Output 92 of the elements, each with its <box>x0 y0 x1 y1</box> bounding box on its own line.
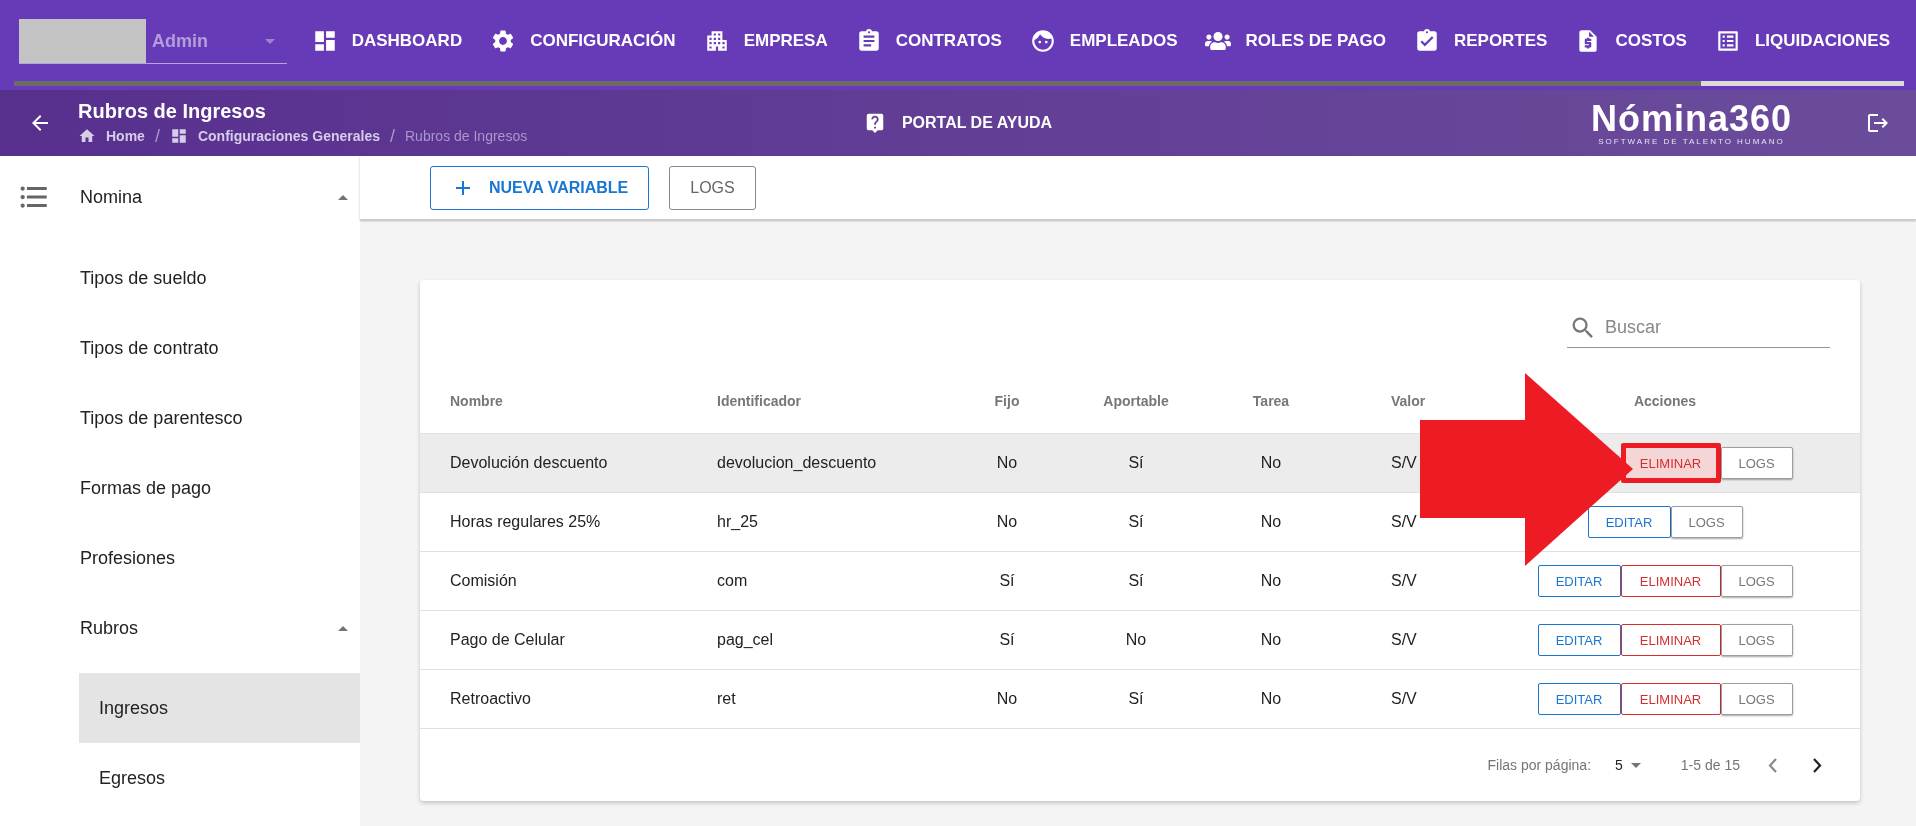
column-header: Valor <box>1390 393 1427 409</box>
column-header: Identificador <box>717 393 802 409</box>
table-cell-text: Devolución descuento <box>450 454 609 472</box>
nav-icon <box>1029 27 1056 54</box>
table-cell-text: pag_cel <box>717 631 775 649</box>
sidebar-item[interactable]: Egresos <box>79 743 360 813</box>
delete-button[interactable]: ELIMINAR <box>1620 624 1721 656</box>
column-header: Tarea <box>1251 393 1291 409</box>
table-cell-text: Horas regulares 25% <box>450 513 602 531</box>
breadcrumb-link[interactable]: Home <box>106 128 145 144</box>
search-field[interactable]: Buscar <box>1603 316 1803 339</box>
logs-button[interactable]: LOGS <box>1670 506 1743 538</box>
caret-icon <box>338 625 348 631</box>
nav-tab[interactable]: CONTRATOS <box>841 0 1016 86</box>
table-cell-text: Pago de Celular <box>450 631 566 649</box>
nav-tab[interactable]: EMPRESA <box>689 0 842 86</box>
add-button[interactable]: NUEVA VARIABLE <box>430 165 650 210</box>
table-cell-text: hr_25 <box>717 513 759 531</box>
table-cell-text: No <box>995 513 1019 531</box>
table-cell-text: No <box>1259 631 1283 649</box>
nav-tab[interactable]: COSTOS <box>1561 0 1701 86</box>
edit-button[interactable]: EDITAR <box>1587 506 1671 538</box>
column-header: Nombre <box>450 393 504 409</box>
table-cell-text: Sí <box>998 631 1016 649</box>
table-cell-text: No <box>1259 513 1283 531</box>
page-title: Rubros de Ingresos <box>78 99 267 123</box>
caret-icon <box>338 194 348 200</box>
table-cell-text: Sí <box>998 572 1016 590</box>
breadcrumb-current: Rubros de Ingresos <box>405 128 528 144</box>
column-header: Aportable <box>1102 393 1170 409</box>
nav-tab[interactable]: REPORTES <box>1399 0 1562 86</box>
logo-name: Nómina360 <box>1590 100 1792 137</box>
edit-button[interactable]: EDITAR <box>1537 624 1621 656</box>
caret-icon <box>265 38 275 44</box>
edit-button[interactable]: EDITAR <box>1537 565 1621 597</box>
help-link[interactable]: PORTAL DE AYUDA <box>901 114 1053 132</box>
table-cell-text: Comisión <box>450 572 518 590</box>
logs-button[interactable]: LOGS <box>669 165 756 210</box>
table-cell-text: No <box>995 690 1019 708</box>
table-cell-text: No <box>1259 690 1283 708</box>
dashboard-icon <box>169 127 188 145</box>
sidebar-item[interactable]: Ingresos <box>79 673 360 743</box>
rows-per-page-label: Filas por página: <box>1487 757 1592 773</box>
table-cell-text: S/V <box>1390 631 1418 649</box>
sidebar-group[interactable]: Nomina <box>0 156 360 238</box>
table-cell-text: Sí <box>1127 454 1145 472</box>
rows-per-page-select[interactable]: 5 <box>1615 757 1641 773</box>
table-cell-text: com <box>717 572 749 590</box>
column-header: Acciones <box>1632 393 1698 409</box>
delete-button[interactable]: ELIMINAR <box>1620 565 1721 597</box>
table-cell-text: No <box>995 454 1019 472</box>
sidebar-item[interactable]: Formas de pago <box>0 453 360 523</box>
table-cell-text: No <box>1259 572 1283 590</box>
sidebar-item[interactable]: Tipos de contrato <box>0 313 360 383</box>
home-icon <box>78 127 96 145</box>
caret-icon <box>1630 762 1641 768</box>
table-cell-text: Retroactivo <box>450 690 532 708</box>
nav-tab[interactable]: ROLES DE PAGO <box>1191 0 1400 86</box>
logout-button[interactable] <box>1866 111 1890 135</box>
table-cell-text: S/V <box>1390 572 1418 590</box>
table-cell-text: No <box>1124 631 1148 649</box>
table-cell-text: devolucion_descuento <box>717 454 878 472</box>
page-range: 1-5 de 15 <box>1680 757 1740 773</box>
table-cell-text: No <box>1259 454 1283 472</box>
chevron-right-icon <box>1813 757 1822 773</box>
sidebar-item[interactable]: Tipos de parentesco <box>0 383 360 453</box>
table-cell-text: Sí <box>1127 513 1145 531</box>
breadcrumb-link[interactable]: Configuraciones Generales <box>197 128 380 144</box>
logo-tagline: SOFTWARE DE TALENTO HUMANO <box>1598 136 1785 146</box>
sidebar-group[interactable]: Rubros <box>0 593 360 663</box>
delete-button[interactable]: ELIMINAR <box>1620 443 1721 483</box>
delete-button[interactable]: ELIMINAR <box>1620 683 1721 715</box>
table-cell-text: Sí <box>1127 690 1145 708</box>
table-cell-text: S/V <box>1390 513 1418 531</box>
table-cell-text: S/V <box>1390 690 1418 708</box>
table-cell-text: S/V <box>1390 454 1418 472</box>
breadcrumb-separator: / <box>390 125 395 147</box>
sidebar-item[interactable]: Profesiones <box>0 523 360 593</box>
table-cell-text: Sí <box>1127 572 1145 590</box>
edit-button[interactable]: EDITAR <box>1537 683 1621 715</box>
nav-tab[interactable]: CONFIGURACIÓN <box>476 0 690 86</box>
table-cell-text: ret <box>717 690 737 708</box>
logs-button[interactable]: LOGS <box>1720 447 1793 479</box>
column-header: Fijo <box>993 393 1021 409</box>
logs-button[interactable]: LOGS <box>1720 565 1793 597</box>
sidebar-item[interactable]: Tipos de sueldo <box>0 243 360 313</box>
logs-button[interactable]: LOGS <box>1720 683 1793 715</box>
breadcrumb-separator: / <box>154 125 160 147</box>
logs-button[interactable]: LOGS <box>1720 624 1793 656</box>
nav-tab[interactable]: EMPLEADOS <box>1015 0 1192 86</box>
nav-tab[interactable]: DASHBOARD <box>297 0 477 86</box>
chevron-left-icon <box>1768 757 1777 773</box>
